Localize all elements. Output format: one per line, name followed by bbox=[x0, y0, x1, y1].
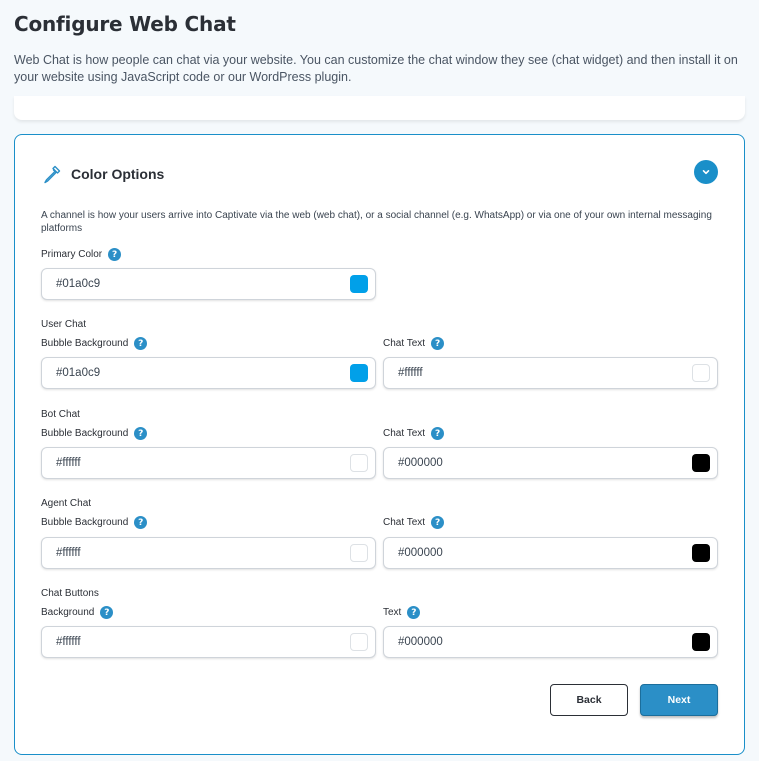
buttons-text-label-text: Text bbox=[383, 607, 402, 618]
help-icon[interactable]: ? bbox=[100, 606, 114, 619]
card-title: Color Options bbox=[71, 166, 165, 182]
color-swatch[interactable] bbox=[692, 544, 710, 562]
user-bubble-input[interactable]: #01a0c9 bbox=[41, 357, 376, 389]
user-bubble-label: Bubble Background ? bbox=[41, 337, 148, 350]
primary-color-input[interactable]: #01a0c9 bbox=[41, 268, 376, 300]
card-description: A channel is how your users arrive into … bbox=[41, 210, 712, 234]
color-value: #ffffff bbox=[56, 547, 81, 559]
color-value: #01a0c9 bbox=[56, 367, 101, 379]
agent-text-label: Chat Text ? bbox=[383, 516, 445, 529]
bot-bubble-label-text: Bubble Background bbox=[41, 428, 129, 439]
chat-buttons-section-label: Chat Buttons bbox=[41, 588, 99, 599]
card-header: Color Options bbox=[41, 163, 164, 185]
buttons-bg-input[interactable]: #ffffff bbox=[41, 626, 376, 658]
color-value: #01a0c9 bbox=[56, 278, 101, 290]
bot-bubble-input[interactable]: #ffffff bbox=[41, 447, 376, 479]
agent-text-label-text: Chat Text bbox=[383, 517, 426, 528]
buttons-bg-label: Background ? bbox=[41, 606, 114, 619]
color-value: #000000 bbox=[398, 457, 443, 469]
color-swatch[interactable] bbox=[350, 544, 368, 562]
agent-bubble-label: Bubble Background ? bbox=[41, 516, 148, 529]
agent-chat-section-label: Agent Chat bbox=[41, 498, 92, 509]
color-value: #000000 bbox=[398, 636, 443, 648]
help-icon[interactable]: ? bbox=[134, 516, 148, 529]
buttons-text-label: Text ? bbox=[383, 606, 421, 619]
color-options-card: Color Options A channel is how your user… bbox=[14, 134, 745, 755]
collapse-button[interactable] bbox=[694, 160, 718, 184]
bot-text-label-text: Chat Text bbox=[383, 428, 426, 439]
user-text-label: Chat Text ? bbox=[383, 337, 445, 350]
previous-section-card[interactable] bbox=[14, 96, 745, 120]
help-icon[interactable]: ? bbox=[407, 606, 421, 619]
help-icon[interactable]: ? bbox=[134, 427, 148, 440]
agent-text-input[interactable]: #000000 bbox=[383, 537, 718, 569]
primary-color-label-text: Primary Color bbox=[41, 249, 103, 260]
color-value: #ffffff bbox=[56, 457, 81, 469]
chevron-down-icon bbox=[701, 167, 711, 177]
agent-bubble-label-text: Bubble Background bbox=[41, 517, 129, 528]
help-icon[interactable]: ? bbox=[431, 516, 445, 529]
bot-text-label: Chat Text ? bbox=[383, 427, 445, 440]
eyedropper-icon bbox=[41, 163, 63, 185]
bot-bubble-label: Bubble Background ? bbox=[41, 427, 148, 440]
buttons-text-input[interactable]: #000000 bbox=[383, 626, 718, 658]
help-icon[interactable]: ? bbox=[431, 337, 445, 350]
color-value: #000000 bbox=[398, 547, 443, 559]
primary-color-label: Primary Color ? bbox=[41, 248, 122, 261]
user-chat-section-label: User Chat bbox=[41, 319, 87, 330]
page-title: Configure Web Chat bbox=[14, 12, 236, 36]
color-swatch[interactable] bbox=[350, 275, 368, 293]
page-description: Web Chat is how people can chat via your… bbox=[14, 53, 738, 84]
color-swatch[interactable] bbox=[350, 364, 368, 382]
bot-chat-section-label: Bot Chat bbox=[41, 409, 80, 420]
user-bubble-label-text: Bubble Background bbox=[41, 338, 129, 349]
color-swatch[interactable] bbox=[692, 364, 710, 382]
color-swatch[interactable] bbox=[692, 633, 710, 651]
user-text-label-text: Chat Text bbox=[383, 338, 426, 349]
color-swatch[interactable] bbox=[692, 454, 710, 472]
color-value: #ffffff bbox=[398, 367, 423, 379]
color-swatch[interactable] bbox=[350, 454, 368, 472]
help-icon[interactable]: ? bbox=[134, 337, 148, 350]
next-button[interactable]: Next bbox=[640, 684, 718, 716]
help-icon[interactable]: ? bbox=[108, 248, 122, 261]
help-icon[interactable]: ? bbox=[431, 427, 445, 440]
buttons-bg-label-text: Background bbox=[41, 607, 95, 618]
user-text-input[interactable]: #ffffff bbox=[383, 357, 718, 389]
color-value: #ffffff bbox=[56, 636, 81, 648]
back-button[interactable]: Back bbox=[550, 684, 628, 716]
color-swatch[interactable] bbox=[350, 633, 368, 651]
agent-bubble-input[interactable]: #ffffff bbox=[41, 537, 376, 569]
bot-text-input[interactable]: #000000 bbox=[383, 447, 718, 479]
